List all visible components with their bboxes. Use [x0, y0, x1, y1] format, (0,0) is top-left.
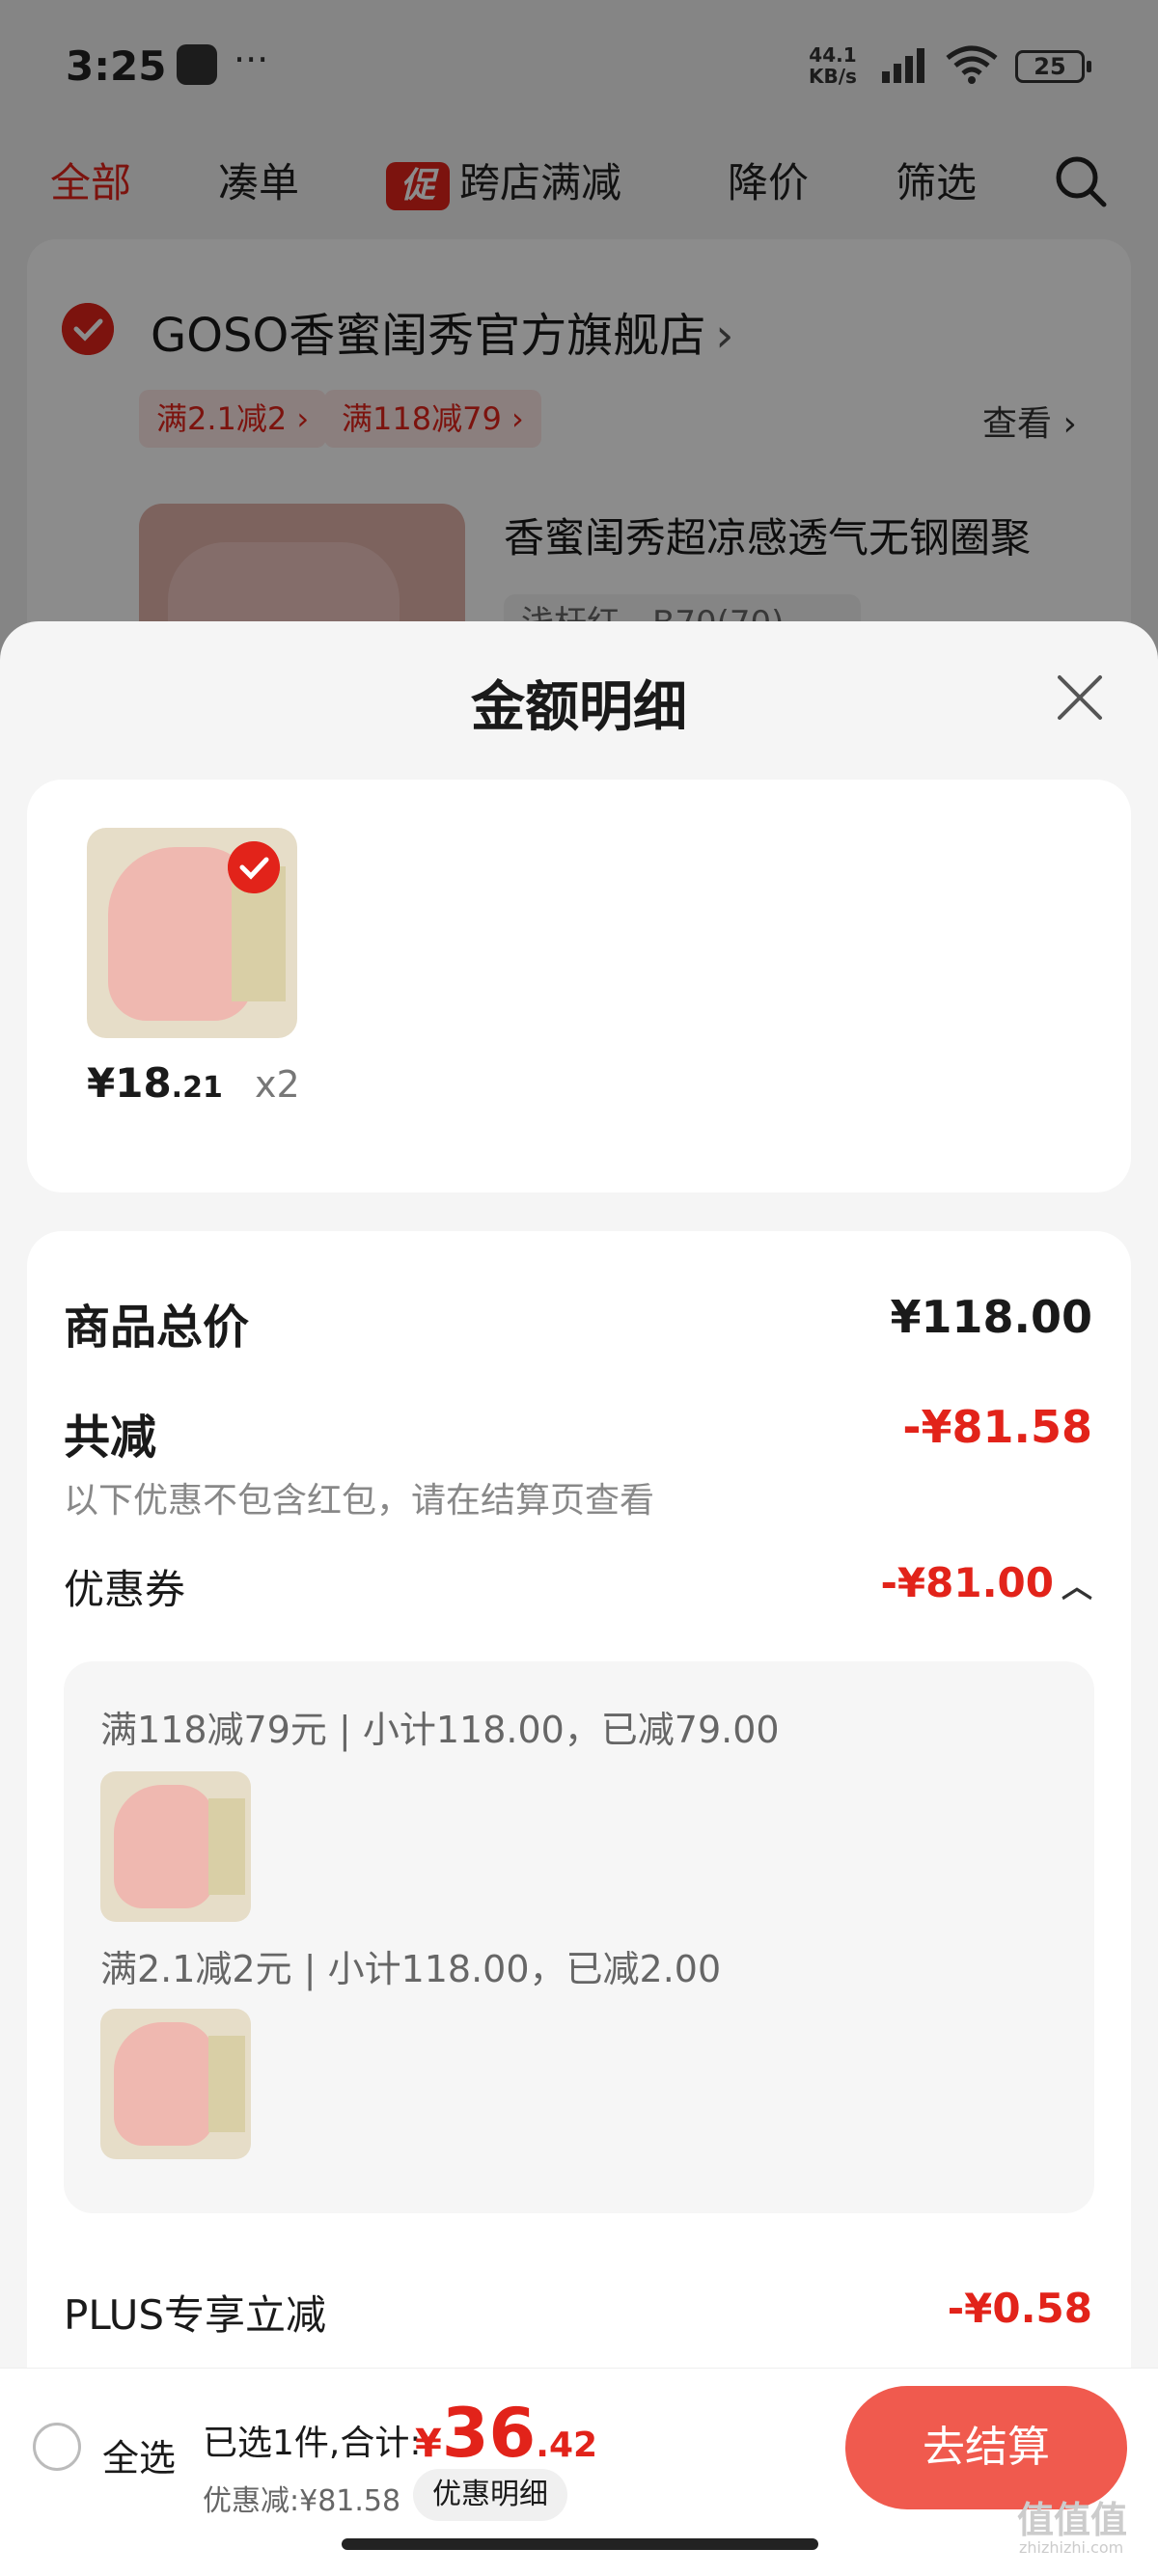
- total-price-label: 商品总价: [64, 1301, 250, 1355]
- watermark-logo: 值值值: [1017, 2499, 1128, 2541]
- item-price-dec: .21: [171, 1071, 223, 1105]
- coupon-item-image-label: [208, 2036, 245, 2132]
- coupon-details: 满118减79元 | 小计118.00，已减79.00 满2.1减2元 | 小计…: [64, 1661, 1094, 2213]
- checkout-bar: 全选 已选1件,合计: ¥36.42 优惠减:¥81.58 优惠明细 去结算 值…: [0, 2368, 1158, 2576]
- total-amount: ¥36.42: [415, 2394, 597, 2473]
- select-all-radio[interactable]: [33, 2423, 81, 2471]
- coupon-item-thumbnail: [100, 1771, 251, 1922]
- reduction-note: 以下优惠不包含红包，请在结算页查看: [64, 1481, 655, 1521]
- close-icon[interactable]: [1054, 671, 1106, 724]
- chevron-up-icon: ︿: [1061, 1568, 1092, 1604]
- watermark-url: zhizhizhi.com: [1019, 2538, 1124, 2557]
- total-reduction-value: -¥81.58: [902, 1401, 1092, 1453]
- total-dec: .42: [536, 2425, 598, 2465]
- item-price: ¥18.21: [87, 1059, 223, 1107]
- discount-text: 优惠减:¥81.58: [203, 2484, 401, 2518]
- coupon-toggle[interactable]: -¥81.00 ︿: [880, 1559, 1092, 1606]
- coupon-label: 优惠券: [64, 1566, 186, 1613]
- coupon-item-image-label: [208, 1798, 245, 1895]
- total-int: 36: [441, 2394, 537, 2473]
- select-all-label[interactable]: 全选: [102, 2428, 176, 2481]
- coupon-item-thumbnail: [100, 2009, 251, 2159]
- total-reduction-label: 共减: [64, 1411, 157, 1465]
- total-currency: ¥: [415, 2422, 442, 2466]
- home-indicator[interactable]: [342, 2538, 818, 2550]
- coupon-item-image-shape: [114, 2022, 214, 2146]
- total-price-value: ¥118.00: [890, 1291, 1092, 1343]
- sheet-title: 金额明细: [471, 676, 687, 739]
- coupon-value: -¥81.00: [880, 1559, 1054, 1606]
- coupon-item-image-shape: [114, 1785, 214, 1908]
- item-thumbnail: [87, 828, 297, 1038]
- amount-detail-sheet: 金额明细 ¥18.21 x2 商品总价 ¥118.00 共减 -¥81.58 以…: [0, 621, 1158, 2576]
- check-icon: [228, 841, 280, 893]
- item-quantity: x2: [255, 1063, 300, 1106]
- coupon-line: 满2.1减2元 | 小计118.00，已减2.00: [100, 1948, 722, 1990]
- selected-items-card: ¥18.21 x2: [27, 780, 1131, 1192]
- plus-discount-value: -¥0.58: [947, 2285, 1092, 2332]
- discount-detail-button[interactable]: 优惠明细: [413, 2469, 567, 2521]
- selected-summary: 已选1件,合计:: [203, 2424, 422, 2463]
- item-price-int: ¥18: [87, 1059, 172, 1107]
- coupon-line: 满118减79元 | 小计118.00，已减79.00: [100, 1709, 780, 1751]
- plus-discount-label: PLUS专享立减: [64, 2291, 327, 2339]
